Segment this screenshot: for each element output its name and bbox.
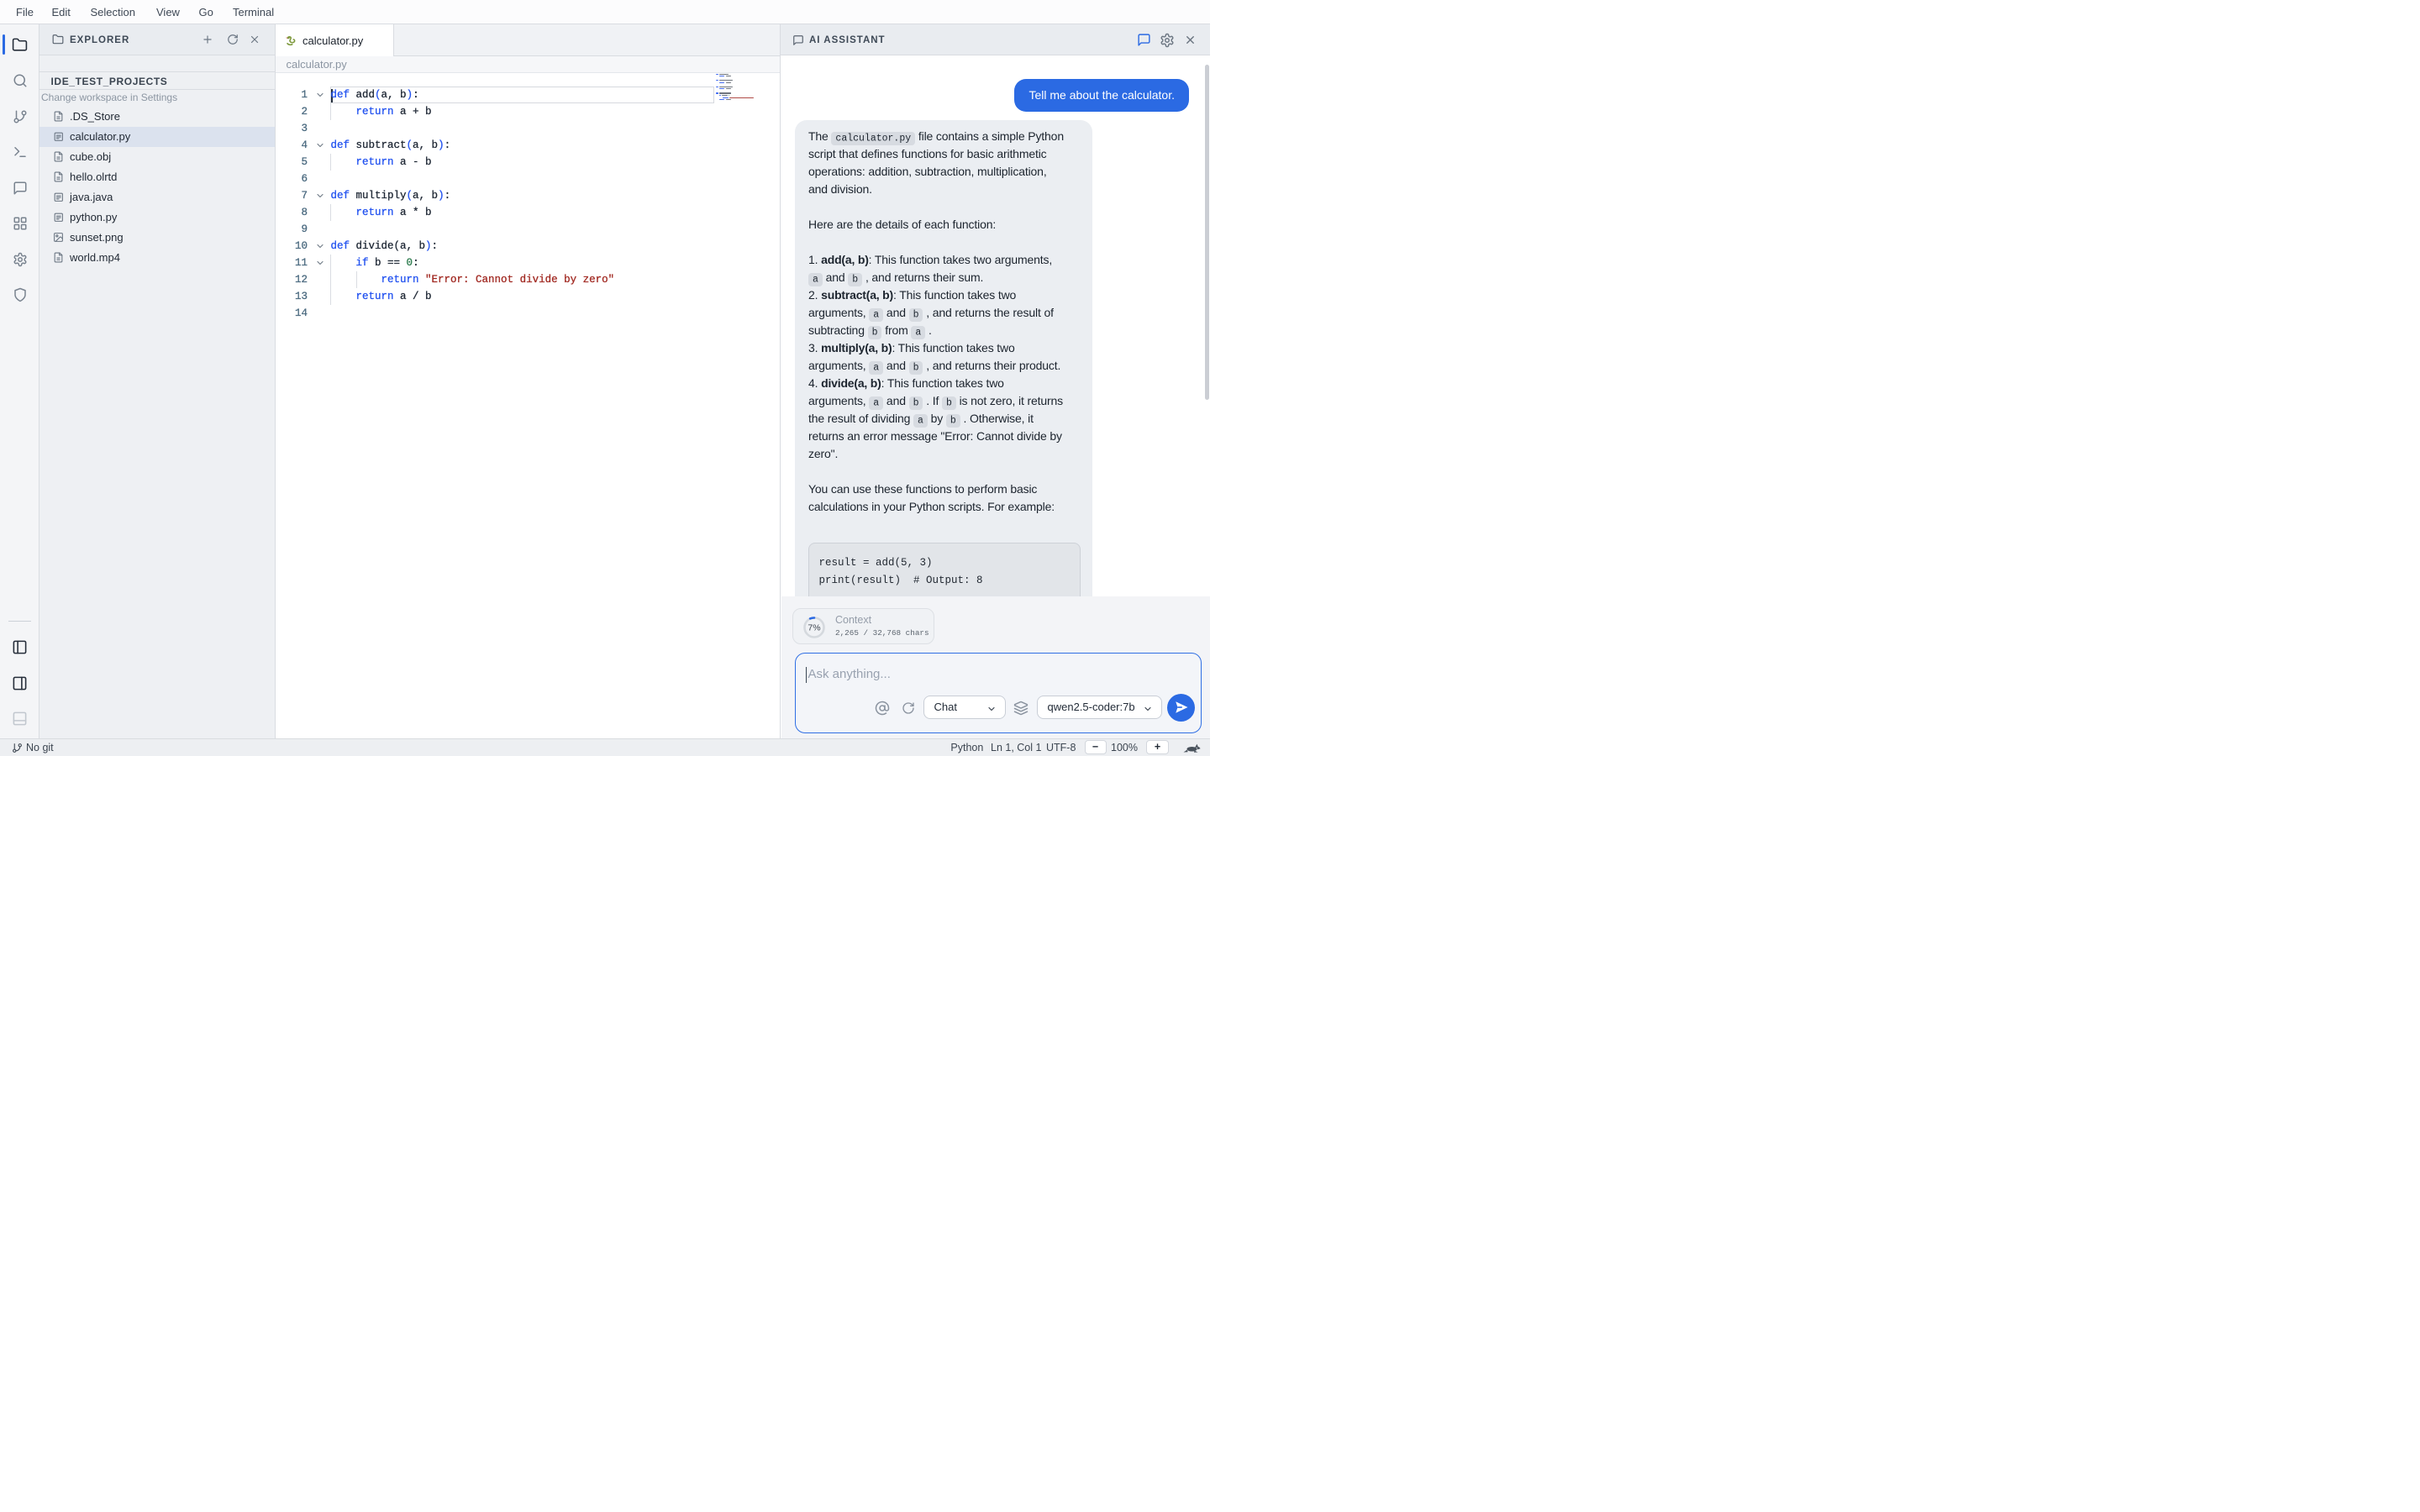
svg-text:7%: 7% [808, 622, 820, 633]
